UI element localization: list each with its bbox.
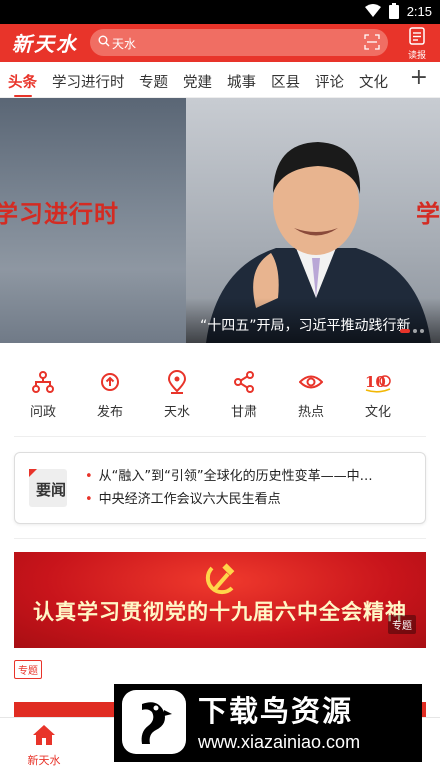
search-bar[interactable]: 天水 xyxy=(90,29,388,56)
status-bar: 2:15 xyxy=(0,0,440,24)
nav-home-label: 新天水 xyxy=(27,754,61,767)
banner-slogan-right: 学 xyxy=(416,200,440,228)
quick-links: 问政 发布 天水 甘肃 热点 10 文化 xyxy=(0,350,440,430)
tab-districts[interactable]: 区县 xyxy=(271,71,300,92)
topic-tag: 专题 xyxy=(388,615,416,634)
carousel-indicator xyxy=(400,329,424,333)
quick-link-wenzheng[interactable]: 问政 xyxy=(15,370,71,420)
headline-item[interactable]: • 从“融入”到“引领”全球化的历史性变革——中… xyxy=(85,465,415,484)
svg-text:10: 10 xyxy=(365,373,386,391)
nav-home[interactable]: 新天水 xyxy=(14,724,74,768)
upload-circle-icon xyxy=(101,373,119,391)
app-header: 新天水 天水 读报 xyxy=(0,24,440,62)
headlines-badge: 要闻 xyxy=(27,467,69,509)
hammer-sickle-icon xyxy=(205,563,235,595)
app-logo: 新天水 xyxy=(12,32,78,56)
watermark-title: 下载鸟资源 xyxy=(198,694,354,728)
quick-link-redian[interactable]: 热点 xyxy=(283,370,339,420)
tab-topics[interactable]: 专题 xyxy=(139,71,168,92)
topic-banner[interactable]: 认真学习贯彻党的十九届六中全会精神 专题 xyxy=(14,552,426,648)
carousel-slide-left: 学习进行时 xyxy=(0,98,186,343)
quick-link-tianshui[interactable]: 天水 xyxy=(149,370,205,420)
active-tab-indicator xyxy=(14,95,32,97)
topic-badge: 专题 xyxy=(14,660,42,679)
section-divider xyxy=(14,436,426,437)
channel-tabs: 头条 学习进行时 专题 党建 城事 区县 评论 文化 + xyxy=(0,62,440,98)
headline-carousel[interactable]: 学习进行时 学 “十四五”开局，习近平推动践行新 xyxy=(0,98,440,343)
tab-city[interactable]: 城事 xyxy=(227,71,256,92)
watermark-logo xyxy=(122,690,186,754)
quick-link-label: 问政 xyxy=(29,405,56,420)
wifi-icon xyxy=(364,4,381,17)
eye-icon xyxy=(299,375,323,389)
headlines-card: 要闻 • 从“融入”到“引领”全球化的历史性变革——中… • 中央经济工作会议六大民… xyxy=(14,452,426,524)
location-pin-icon xyxy=(167,370,187,394)
tab-comments[interactable]: 评论 xyxy=(315,71,344,92)
clock: 2:15 xyxy=(406,3,432,19)
tab-headlines[interactable]: 头条 xyxy=(8,71,37,92)
tab-study[interactable]: 学习进行时 xyxy=(52,71,125,92)
quick-link-wenhua[interactable]: 10 文化 xyxy=(350,370,406,420)
watermark-url: www.xiazainiao.com xyxy=(198,732,361,752)
search-icon xyxy=(98,35,110,47)
add-channel-button[interactable]: + xyxy=(410,65,428,90)
topic-banner-title: 认真学习贯彻党的十九届六中全会精神 xyxy=(33,600,407,624)
quick-link-label: 文化 xyxy=(364,405,391,420)
scan-icon[interactable] xyxy=(364,34,380,50)
quick-link-label: 热点 xyxy=(297,405,324,420)
newspaper-icon xyxy=(409,27,425,45)
culture-logo-icon: 10 xyxy=(365,373,391,393)
banner-slogan: 学习进行时 xyxy=(0,200,119,228)
share-icon xyxy=(234,371,254,393)
tab-culture[interactable]: 文化 xyxy=(359,71,388,92)
section-divider xyxy=(14,538,426,539)
network-icon xyxy=(32,371,54,393)
bird-logo-icon xyxy=(141,702,172,744)
home-icon xyxy=(33,725,55,745)
quick-link-label: 天水 xyxy=(163,405,190,420)
tab-party[interactable]: 党建 xyxy=(183,71,212,92)
quick-link-label: 甘肃 xyxy=(230,405,257,420)
battery-icon xyxy=(388,3,399,19)
quick-link-gansu[interactable]: 甘肃 xyxy=(216,370,272,420)
headline-item[interactable]: • 中央经济工作会议六大民生看点 xyxy=(85,488,415,507)
reader-label: 读报 xyxy=(407,51,426,61)
carousel-caption: “十四五”开局，习近平推动践行新 xyxy=(200,318,411,334)
headlines-badge-label: 要闻 xyxy=(36,481,67,499)
quick-link-label: 发布 xyxy=(96,405,123,420)
read-newspaper-button[interactable]: 读报 xyxy=(404,27,430,61)
quick-link-fabu[interactable]: 发布 xyxy=(82,370,138,420)
watermark: 下载鸟资源 www.xiazainiao.com xyxy=(114,684,422,762)
search-placeholder: 天水 xyxy=(112,37,137,51)
